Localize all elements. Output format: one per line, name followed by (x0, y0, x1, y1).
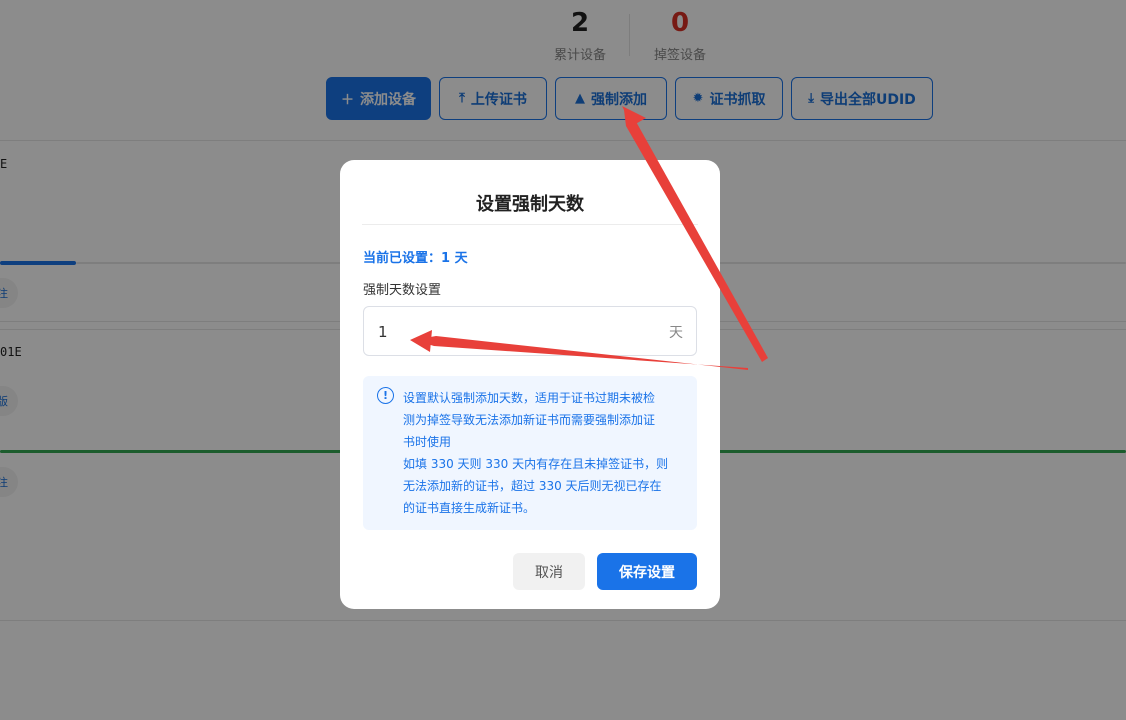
days-unit-suffix: 天 (669, 325, 683, 341)
info-text: 设置默认强制添加天数，适用于证书过期未被检 测为掉签导致无法添加新证书而需要强制… (403, 387, 685, 519)
force-days-input[interactable] (378, 319, 648, 345)
info-line: 无法添加新的证书，超过 330 天后则无视已存在 (403, 479, 662, 493)
dialog-title: 设置强制天数 (476, 194, 584, 215)
dialog-divider (362, 224, 698, 225)
save-settings-button[interactable]: 保存设置 (597, 553, 697, 590)
info-line: 测为掉签导致无法添加新证书而需要强制添加证 (403, 413, 656, 427)
current-setting-text: 当前已设置：1 天 (363, 251, 468, 266)
info-icon: ! (377, 387, 394, 404)
info-line: 书时使用 (403, 435, 452, 449)
force-days-field: 天 (363, 306, 697, 356)
info-line: 设置默认强制添加天数，适用于证书过期未被检 (403, 391, 656, 405)
info-notice: ! 设置默认强制添加天数，适用于证书过期未被检 测为掉签导致无法添加新证书而需要… (363, 376, 697, 530)
info-line: 的证书直接生成新证书。 (403, 501, 536, 515)
force-days-label: 强制天数设置 (363, 283, 442, 298)
cancel-button[interactable]: 取消 (513, 553, 585, 590)
force-days-dialog: 设置强制天数 当前已设置：1 天 强制天数设置 天 ! 设置默认强制添加天数，适… (340, 160, 720, 609)
info-line: 如填 330 天则 330 天内有存在且未掉签证书，则 (403, 457, 669, 471)
